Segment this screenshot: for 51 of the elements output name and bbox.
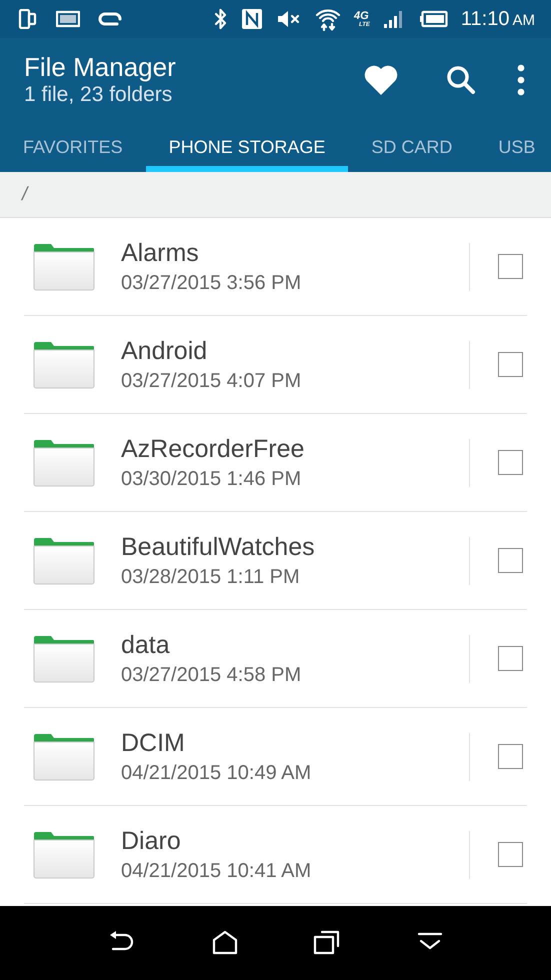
nfc-icon [241,8,264,30]
recent-apps-icon [313,930,342,956]
folder-name: AzRecorderFree [121,434,306,464]
battery-icon [418,10,448,28]
folder-name: data [121,630,171,660]
folder-name: Android [121,336,208,366]
bluetooth-icon [214,8,228,30]
recent-apps-button[interactable] [313,930,342,956]
app-title: File Manager [24,52,176,82]
folder-icon [33,438,95,486]
checkbox[interactable] [498,744,523,769]
home-icon [212,930,238,956]
folder-name: Diaro [121,826,182,856]
folder-name: DCIM [121,728,186,758]
folder-icon [33,340,95,388]
tab[interactable]: SD CARD [348,122,476,172]
modified-date: 03/30/2015 1:46 PM [121,466,302,492]
folder-icon [33,830,95,878]
folder-icon [33,634,95,682]
tab[interactable]: USB [475,122,536,172]
modified-date: 03/27/2015 4:58 PM [121,662,302,688]
folder-icon [33,536,95,584]
home-button[interactable] [212,930,238,956]
folder-name: Alarms [121,238,200,268]
clock-time: 11:10 [460,8,510,30]
modified-date: 03/28/2015 1:11 PM [121,564,301,590]
wifi-icon [315,7,342,31]
modified-date: 04/21/2015 10:41 AM [121,858,312,884]
modified-date: 03/27/2015 4:07 PM [121,368,302,394]
folder-icon [33,732,95,780]
phone-icon [18,9,38,29]
search-icon [446,65,476,95]
image-icon [56,10,80,28]
folder-icon [33,242,95,290]
checkbox[interactable] [498,352,523,377]
heart-icon [363,64,399,96]
checkbox[interactable] [498,254,523,279]
signal-icon [382,9,405,29]
tab[interactable]: FAVORITES [0,122,146,172]
checkbox[interactable] [498,548,523,573]
path-breadcrumb: / [22,184,28,206]
menu-icon [517,64,525,96]
checkbox[interactable] [498,450,523,475]
modified-date: 03/27/2015 3:56 PM [121,270,302,296]
network-type: 4G [354,10,369,22]
folder-name: BeautifulWatches [121,532,316,562]
modified-date: 04/21/2015 10:49 AM [121,760,312,786]
folder-count: 1 file, 23 folders [24,82,174,108]
checkbox[interactable] [498,646,523,671]
clock-meridiem: AM [512,12,535,28]
checkbox[interactable] [498,842,523,867]
